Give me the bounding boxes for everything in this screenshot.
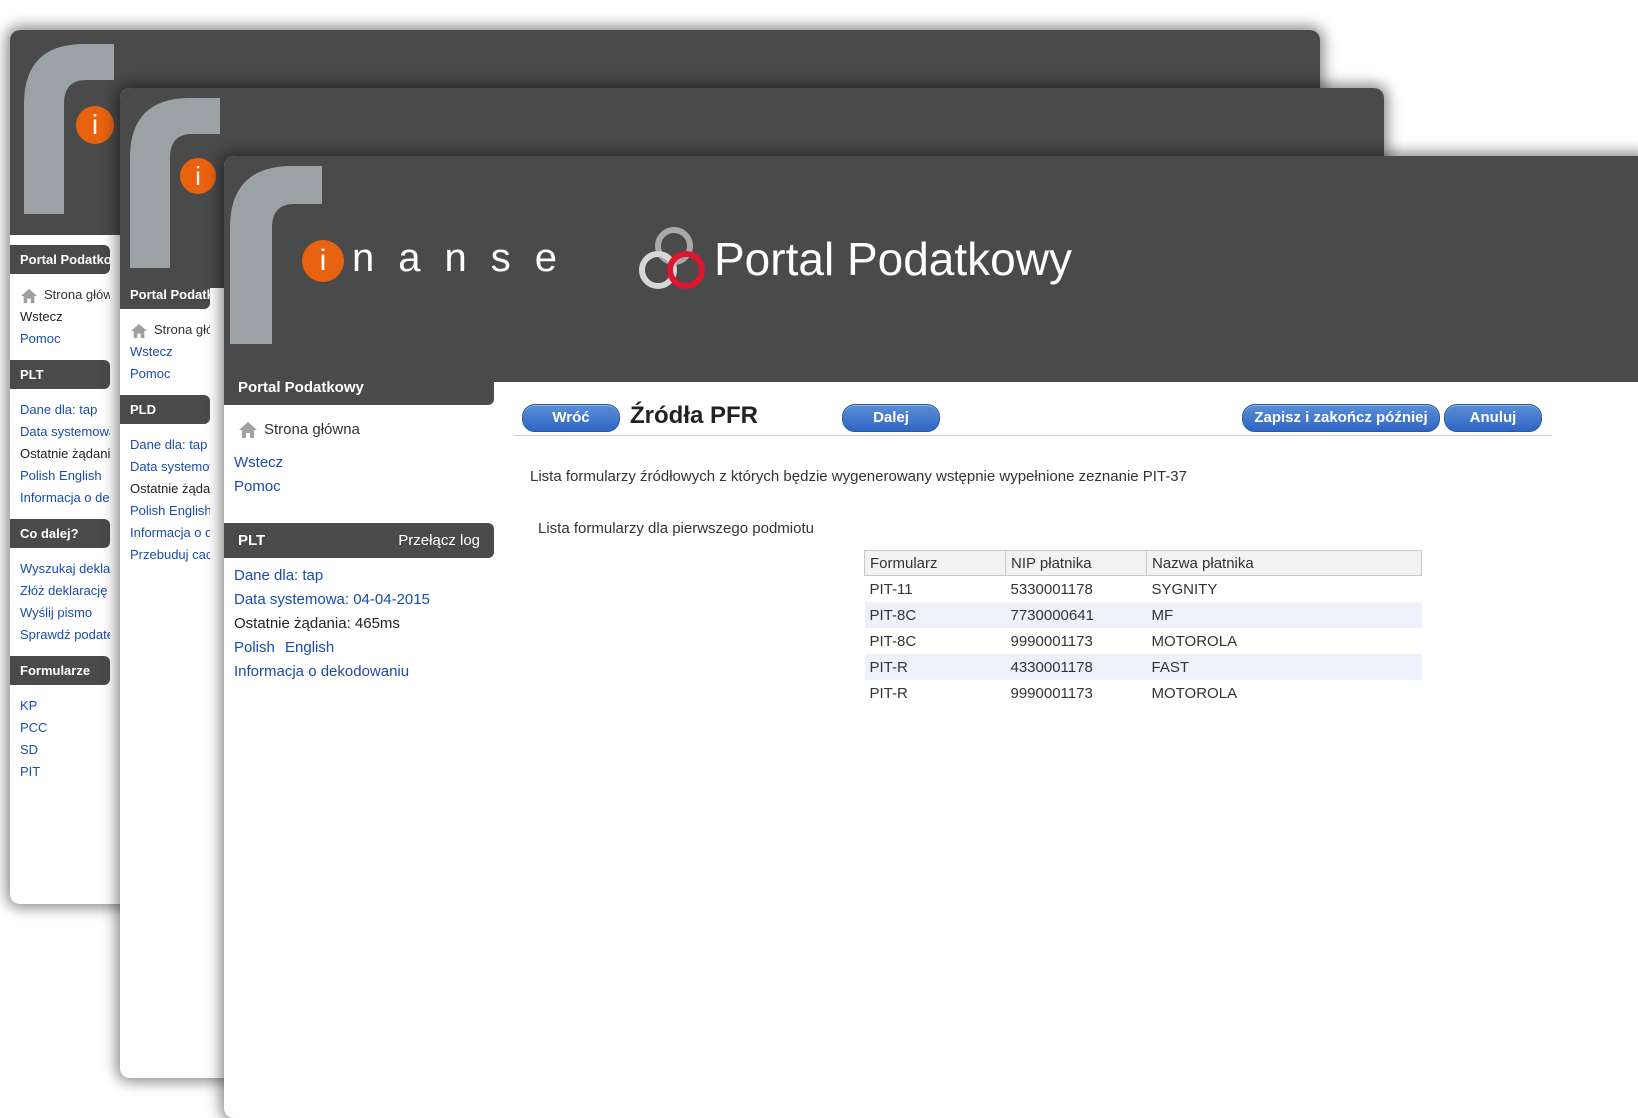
sidebar-item[interactable]: Wyślij pismo [10,602,110,624]
home-icon [239,422,257,439]
forms-table: Formularz NIP płatnika Nazwa płatnika PI… [864,550,1422,706]
sidebar-item[interactable]: Polish English [120,500,210,522]
sidebar-item[interactable]: Data systemowa: 04-04-2015 [120,456,210,478]
sidebar-item[interactable]: Polish English [10,465,110,487]
table-header-row: Formularz NIP płatnika Nazwa płatnika [864,550,1422,576]
language-switcher: Polish English [224,636,494,660]
sidebar-item-decode-info[interactable]: Informacja o dekodowaniu [224,660,494,684]
cell-name: MOTOROLA [1151,632,1238,650]
sidebar: Portal Podatkowy Strona główna Wstecz Po… [224,370,494,684]
main-content: Wróć Źródła PFR Dalej Zapisz i zakończ p… [514,398,1638,1118]
home-label: Strona główna [154,322,210,337]
table-row: PIT-11 5330001178 SYGNITY [865,576,1422,603]
cell-nip: 9990001173 [1010,632,1093,650]
sidebar-item[interactable]: KP [10,695,110,717]
sidebar-item[interactable]: PCC [10,717,110,739]
column-header-form: Formularz [864,550,1006,576]
sidebar-item[interactable]: Informacja o dekodowaniu [120,522,210,544]
sidebar-header: Formularze [10,656,110,685]
sidebar-header: Portal Podatkowy [10,245,110,274]
sidebar-item[interactable]: Pomoc [120,363,210,385]
sidebar-item[interactable]: PIT [10,761,110,783]
next-button[interactable]: Dalej [842,404,940,432]
switch-log-link[interactable]: Przełącz log [398,532,480,549]
sidebar-header-label: Portal Podatkowy [238,379,364,396]
sidebar-header: Portal Podatkowy [120,280,210,309]
logo-i-icon: i [76,106,114,144]
sidebar-item[interactable]: Dane dla: tap [120,434,210,456]
lang-polish-link[interactable]: Polish [234,639,275,656]
cell-name: MOTOROLA [1151,684,1238,702]
sidebar-header: PLD [120,395,210,424]
cell-nip: 7730000641 [1005,602,1147,628]
cell-form: PIT-8C [864,602,1006,628]
sidebar-header: PLT [10,360,110,389]
table-row: PIT-8C 7730000641 MF [864,602,1422,628]
page-title: Źródła PFR [630,402,759,429]
cell-name: MF [1146,602,1422,628]
save-later-button[interactable]: Zapisz i zakończ później [1242,404,1440,432]
sidebar-item[interactable]: Strona główna [10,284,110,306]
cell-nip: 5330001178 [1010,580,1093,598]
sidebar-item[interactable]: Dane dla: tap [10,399,110,421]
home-icon [131,323,147,338]
main-window: i nanse Portal Podatkowy Portal Podatkow… [224,156,1638,1118]
portal-logo-icon [639,227,705,289]
sidebar-item: Wstecz [20,309,63,324]
sidebar-header-plt: PLT Przełącz log [224,523,494,559]
sidebar-item[interactable]: Strona główna [120,319,210,341]
table-row: PIT-8C 9990001173 MOTOROLA [865,628,1422,654]
cell-nip: 9990001173 [1010,684,1093,702]
table-row: PIT-R 9990001173 MOTOROLA [865,680,1422,706]
sidebar-item[interactable]: Przebuduj cache [120,544,210,566]
sidebar-item: Ostatnie żądania [20,446,110,461]
sidebar: Portal Podatkowy Strona główna WsteczPomoc… [120,270,210,566]
intro-text: Lista formularzy źródłowych z których bę… [530,468,1187,485]
logo-text: nanse [352,236,581,280]
sidebar-header: Co dalej? [10,519,110,548]
sidebar-item[interactable]: SD [10,739,110,761]
back-button[interactable]: Wróć [522,404,620,432]
sidebar-header-portal: Portal Podatkowy [224,370,494,405]
subheading: Lista formularzy dla pierwszego podmiotu [538,520,814,537]
cell-form: PIT-11 [869,580,913,598]
column-header-name: Nazwa płatnika [1146,550,1422,576]
sidebar-item-home[interactable]: Strona główna [224,421,494,439]
cell-form: PIT-R [869,684,908,702]
logo-i-icon: i [180,158,216,194]
sidebar: Portal Podatkowy Strona główna Wstecz Pomoc… [10,235,110,783]
sidebar-item[interactable]: Wyszukaj deklarację [10,558,110,580]
portal-title: Portal Podatkowy [714,233,1072,285]
cell-name: FAST [1146,654,1422,680]
sidebar-item-back[interactable]: Wstecz [224,451,494,475]
column-header-nip: NIP płatnika [1005,550,1147,576]
cell-nip: 4330001178 [1005,654,1147,680]
sidebar-item[interactable]: Wstecz [120,341,210,363]
cell-form: PIT-R [864,654,1006,680]
sidebar-item[interactable]: Sprawdź podatek [10,624,110,646]
logo-i-icon: i [302,240,344,282]
toolbar-divider [514,435,1552,436]
home-label: Strona główna [44,287,110,302]
sidebar-item: Ostatnie żądania [130,481,210,496]
sidebar-item[interactable]: Data systemowa: 04-04-2015 [10,421,110,443]
sidebar-item[interactable]: Pomoc [10,328,110,350]
lang-english-link[interactable]: English [285,639,334,656]
home-label: Strona główna [264,421,360,438]
sidebar-item-help[interactable]: Pomoc [224,475,494,499]
sidebar-item-data-for[interactable]: Dane dla: tap [224,564,494,588]
cancel-button[interactable]: Anuluj [1444,404,1542,432]
cell-form: PIT-8C [869,632,917,650]
table-row: PIT-R 4330001178 FAST [864,654,1422,680]
cell-name: SYGNITY [1151,580,1218,598]
sidebar-item-system-date[interactable]: Data systemowa: 04-04-2015 [224,588,494,612]
sidebar-item[interactable]: Informacja o dekodowaniu [10,487,110,509]
sidebar-item-last-requests: Ostatnie żądania: 465ms [234,615,400,633]
plt-header-label: PLT [238,532,266,550]
home-icon [21,288,37,303]
sidebar-item[interactable]: Złóż deklarację [10,580,110,602]
header-banner: i nanse Portal Podatkowy [224,156,1638,382]
